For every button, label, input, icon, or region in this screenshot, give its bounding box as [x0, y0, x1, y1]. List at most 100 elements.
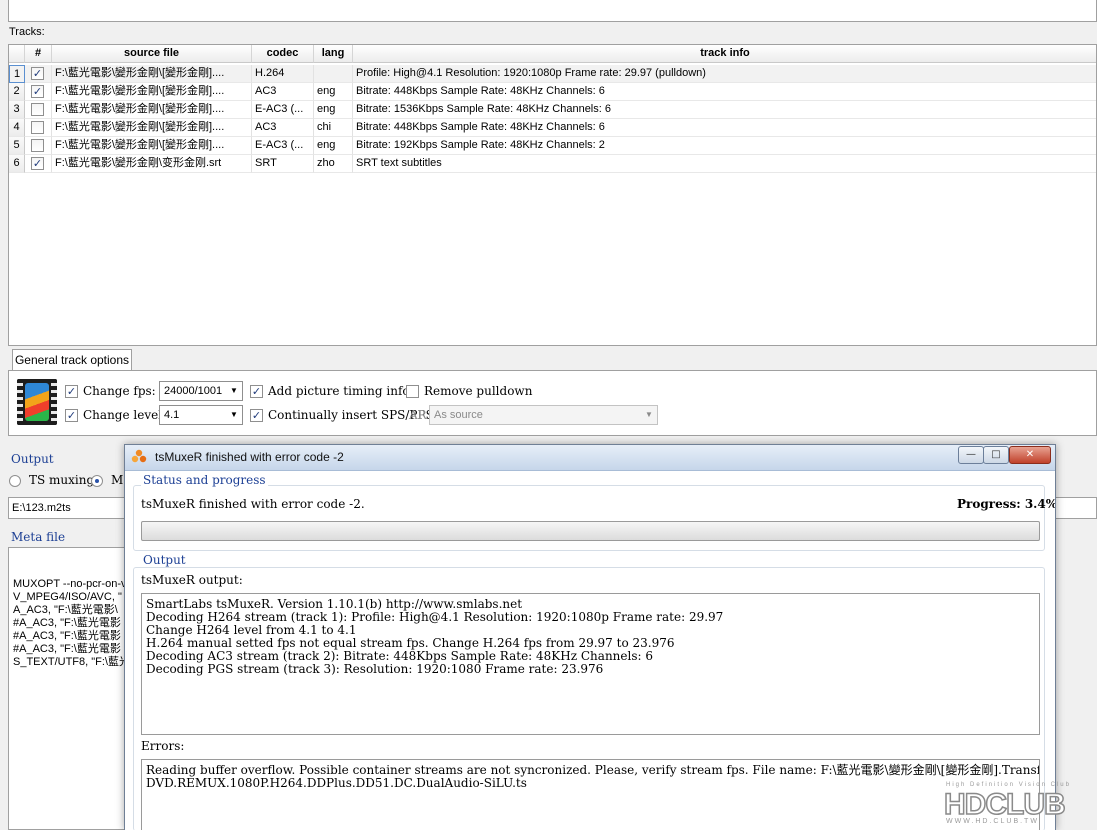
header-track-info[interactable]: track info	[353, 45, 1096, 63]
track-checkbox[interactable]: ✓	[31, 157, 44, 170]
ts-muxing-label: TS muxing	[29, 473, 95, 487]
row-checkbox-cell[interactable]	[25, 101, 52, 119]
hdclub-watermark: High Definition Vision Club HDCLUB WWW.H…	[940, 782, 1090, 826]
track-checkbox[interactable]	[31, 139, 44, 152]
close-icon: ✕	[1025, 449, 1035, 460]
maximize-button[interactable]: □	[983, 446, 1009, 464]
row-index: 2	[9, 83, 25, 101]
row-index: 3	[9, 101, 25, 119]
tracks-table-header: # source file codec lang track info	[9, 45, 1096, 63]
row-source-file: F:\藍光電影\變形金剛\[變形金剛]....	[52, 101, 252, 119]
table-row[interactable]: 2 ✓ F:\藍光電影\變形金剛\[變形金剛].... AC3 eng Bitrate: …	[9, 83, 1096, 101]
row-lang: eng	[314, 101, 353, 119]
row-index: 1	[9, 65, 25, 83]
progress-label: Progress: 3.4%	[957, 497, 1056, 511]
row-track-info: Bitrate: 448Kbps Sample Rate: 48KHz Chan…	[353, 83, 1096, 101]
row-checkbox-cell[interactable]	[25, 137, 52, 155]
table-row[interactable]: 6 ✓ F:\藍光電影\變形金剛\变形金刚.srt SRT zho SRT text su…	[9, 155, 1096, 173]
track-checkbox[interactable]	[31, 121, 44, 134]
progress-bar	[141, 521, 1040, 541]
row-codec: SRT	[252, 155, 314, 173]
table-row[interactable]: 1 ✓ F:\藍光電影\變形金剛\[變形金剛].... H.264 Profile: H…	[9, 65, 1096, 83]
header-source-file[interactable]: source file	[52, 45, 252, 63]
watermark-url: WWW.HD.CLUB.TW	[946, 818, 1039, 825]
change-level-label: Change level:	[83, 408, 167, 422]
change-fps-checkbox[interactable]: ✓	[65, 385, 78, 398]
maximize-icon: □	[991, 449, 1001, 460]
fps-select[interactable]: 24000/1001 ▼	[159, 381, 243, 401]
add-picture-timing-checkbox[interactable]: ✓	[250, 385, 263, 398]
output-group-label: Output	[11, 452, 54, 466]
row-codec: AC3	[252, 83, 314, 101]
dialog-titlebar[interactable]: tsMuxeR finished with error code -2 — □ …	[125, 445, 1055, 471]
row-track-info: Profile: High@4.1 Resolution: 1920:1080p…	[353, 65, 1096, 83]
errors-label: Errors:	[141, 739, 185, 753]
row-checkbox-cell[interactable]	[25, 119, 52, 137]
tracks-table[interactable]: # source file codec lang track info 1 ✓ F:…	[8, 44, 1097, 346]
close-button[interactable]: ✕	[1009, 446, 1051, 464]
tab-general-track-options[interactable]: General track options	[12, 349, 132, 371]
check-icon: ✓	[32, 67, 43, 80]
track-checkbox[interactable]	[31, 103, 44, 116]
row-checkbox-cell[interactable]: ✓	[25, 65, 52, 83]
header-lang[interactable]: lang	[314, 45, 353, 63]
row-codec: H.264	[252, 65, 314, 83]
tsmuxer-output-log[interactable]: SmartLabs tsMuxeR. Version 1.10.1(b) htt…	[141, 593, 1040, 735]
row-track-info: Bitrate: 192Kbps Sample Rate: 48KHz Chan…	[353, 137, 1096, 155]
row-codec: E-AC3 (...	[252, 101, 314, 119]
row-source-file: F:\藍光電影\變形金剛\[變形金剛]....	[52, 137, 252, 155]
row-lang: eng	[314, 83, 353, 101]
change-fps-label: Change fps:	[83, 384, 156, 398]
insert-sps-pps-checkbox[interactable]: ✓	[250, 409, 263, 422]
chevron-down-icon: ▼	[230, 386, 238, 395]
row-codec: AC3	[252, 119, 314, 137]
minimize-icon: —	[966, 449, 976, 460]
check-icon: ✓	[251, 409, 262, 422]
level-select-value: 4.1	[164, 409, 180, 421]
row-source-file: F:\藍光電影\變形金剛\[變形金剛]....	[52, 83, 252, 101]
table-row[interactable]: 3 F:\藍光電影\變形金剛\[變形金剛].... E-AC3 (... eng Bit…	[9, 101, 1096, 119]
status-group	[133, 485, 1045, 551]
output-group-label-dialog: Output	[141, 553, 188, 567]
log-line: Decoding PGS stream (track 3): Resolutio…	[146, 662, 604, 676]
track-checkbox[interactable]: ✓	[31, 67, 44, 80]
add-picture-timing-label: Add picture timing info	[268, 384, 410, 398]
track-checkbox[interactable]: ✓	[31, 85, 44, 98]
row-index: 6	[9, 155, 25, 173]
video-track-icon	[17, 379, 57, 425]
status-group-label: Status and progress	[141, 473, 268, 487]
ts-muxing-radio[interactable]	[9, 475, 21, 487]
minimize-button[interactable]: —	[958, 446, 984, 464]
remove-pulldown-checkbox[interactable]	[406, 385, 419, 398]
ar-select[interactable]: As source ▼	[429, 405, 658, 425]
check-icon: ✓	[32, 157, 43, 170]
status-text: tsMuxeR finished with error code -2.	[141, 497, 365, 511]
errors-log[interactable]: Reading buffer overflow. Possible contai…	[141, 759, 1040, 830]
remove-pulldown-label: Remove pulldown	[424, 384, 533, 398]
row-checkbox-cell[interactable]: ✓	[25, 83, 52, 101]
level-select[interactable]: 4.1 ▼	[159, 405, 243, 425]
general-options-panel: ✓ Change fps: 24000/1001 ▼ ✓ Change leve…	[8, 370, 1097, 436]
header-number[interactable]: #	[25, 45, 52, 63]
row-source-file: F:\藍光電影\變形金剛\[變形金剛]....	[52, 65, 252, 83]
ar-select-value: As source	[434, 409, 483, 421]
top-panel	[8, 0, 1097, 22]
row-lang: chi	[314, 119, 353, 137]
error-line: DVD.REMUX.1080P.H264.DDPlus.DD51.DC.Dual…	[146, 776, 527, 790]
m2ts-muxing-radio[interactable]	[91, 475, 103, 487]
row-index: 4	[9, 119, 25, 137]
row-checkbox-cell[interactable]: ✓	[25, 155, 52, 173]
watermark-logo: HDCLUB	[943, 787, 1066, 822]
row-source-file: F:\藍光電影\變形金剛\变形金刚.srt	[52, 155, 252, 173]
table-row[interactable]: 4 F:\藍光電影\變形金剛\[變形金剛].... AC3 chi Bitrate: 4…	[9, 119, 1096, 137]
tsmuxer-result-dialog: tsMuxeR finished with error code -2 — □ …	[124, 444, 1056, 830]
row-index: 5	[9, 137, 25, 155]
table-row[interactable]: 5 F:\藍光電影\變形金剛\[變形金剛].... E-AC3 (... eng Bit…	[9, 137, 1096, 155]
change-level-checkbox[interactable]: ✓	[65, 409, 78, 422]
check-icon: ✓	[66, 409, 77, 422]
header-codec[interactable]: codec	[252, 45, 314, 63]
check-icon: ✓	[66, 385, 77, 398]
row-codec: E-AC3 (...	[252, 137, 314, 155]
tsmuxer-output-label: tsMuxeR output:	[141, 573, 243, 587]
row-source-file: F:\藍光電影\變形金剛\[變形金剛]....	[52, 119, 252, 137]
